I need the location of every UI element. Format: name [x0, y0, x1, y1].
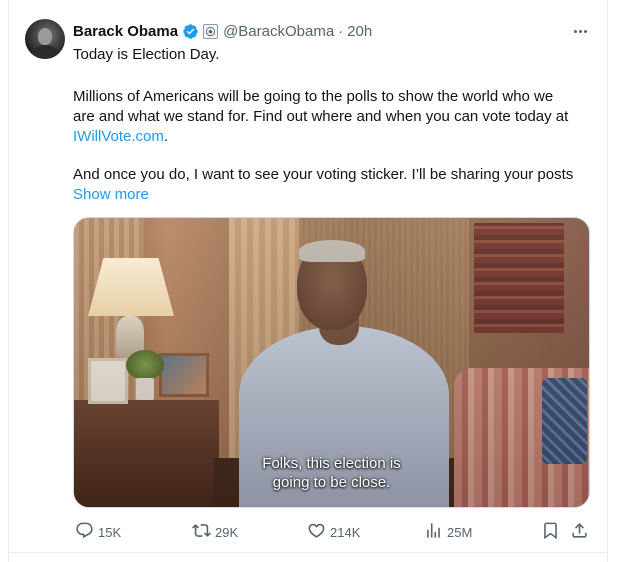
share-button[interactable]	[570, 522, 589, 542]
frame-bottom-border	[8, 552, 608, 553]
video-media[interactable]: Folks, this election is going to be clos…	[73, 217, 590, 508]
views-chart-icon	[424, 521, 443, 543]
header-separator: ·	[338, 22, 344, 40]
tweet-text-line: IWillVote.com.	[73, 127, 168, 147]
video-caption-line: going to be close.	[272, 474, 391, 491]
government-seal-icon	[203, 23, 219, 39]
tweet-text-line: are and what we stand for. Find out wher…	[73, 108, 569, 125]
video-caption-line: Folks, this election is	[262, 455, 401, 472]
frame-left-border	[8, 0, 9, 562]
reply-count: 15K	[98, 524, 122, 540]
frame-right-border	[607, 0, 608, 562]
more-dot	[578, 29, 582, 33]
share-icon	[570, 521, 589, 543]
tweet-text-line: Millions of Americans will be going to t…	[73, 88, 554, 105]
tweet-text-line: Today is Election Day.	[73, 46, 220, 63]
author-name[interactable]: Barack Obama	[73, 23, 178, 40]
iwillvote-link[interactable]: IWillVote.com	[73, 128, 164, 145]
show-more-link[interactable]: Show more	[73, 185, 149, 205]
views-button[interactable]: 25M	[424, 522, 472, 542]
more-dot	[583, 29, 587, 33]
heart-icon	[307, 521, 326, 543]
avatar-face	[38, 28, 52, 45]
avatar-shoulders	[31, 45, 59, 59]
tweet-text-line: And once you do, I want to see your voti…	[73, 166, 574, 183]
reply-icon	[75, 521, 94, 543]
tweet[interactable]: Barack Obama @BarackObama · 20h Today is…	[0, 0, 627, 562]
bookmark-icon	[541, 521, 560, 543]
repost-icon	[192, 521, 211, 543]
repost-button[interactable]: 29K	[192, 522, 238, 542]
bookmark-button[interactable]	[541, 522, 560, 542]
reply-button[interactable]: 15K	[75, 522, 121, 542]
repost-count: 29K	[215, 524, 239, 540]
tweet-timestamp[interactable]: 20h	[347, 23, 372, 40]
like-button[interactable]: 214K	[307, 522, 360, 542]
like-count: 214K	[330, 524, 361, 540]
tweet-header: Barack Obama @BarackObama · 20h	[73, 21, 372, 41]
verified-badge-icon	[182, 23, 199, 40]
more-dot	[573, 29, 577, 33]
views-count: 25M	[447, 524, 473, 540]
link-suffix: .	[163, 128, 169, 145]
avatar[interactable]	[25, 19, 65, 59]
more-options-icon[interactable]	[569, 22, 591, 40]
author-handle[interactable]: @BarackObama	[223, 23, 334, 40]
